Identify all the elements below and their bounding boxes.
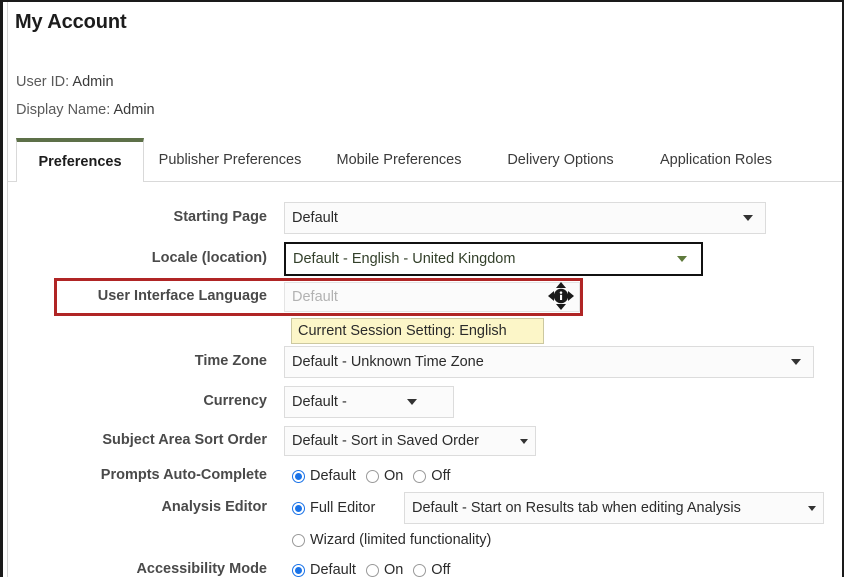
prompts-auto-complete-label: Prompts Auto-Complete [100, 467, 267, 483]
tab-delivery-options-label: Delivery Options [507, 152, 614, 168]
starting-page-value: Default [292, 210, 338, 226]
analysis-editor-wizard-option[interactable]: Wizard (limited functionality) [292, 528, 501, 552]
radio-icon [365, 469, 379, 483]
analysis-editor-wizard-label: Wizard (limited functionality) [310, 532, 492, 548]
chevron-down-icon [520, 438, 528, 444]
subject-area-sort-order-select[interactable]: Default - Sort in Saved Order [284, 426, 536, 456]
time-zone-label: Time Zone [194, 353, 267, 369]
row-subject-area-sort-order: Subject Area Sort Order Default - Sort i… [8, 426, 842, 456]
prompts-auto-complete-option-default[interactable]: Default [292, 468, 356, 484]
accessibility-mode-label: Accessibility Mode [136, 561, 267, 577]
radio-icon [413, 469, 427, 483]
analysis-editor-start-tab-select[interactable]: Default - Start on Results tab when edit… [404, 492, 824, 524]
session-setting-note-text: Current Session Setting: English [298, 323, 507, 339]
time-zone-value: Default - Unknown Time Zone [292, 354, 484, 370]
accessibility-mode-option-default-label: Default [310, 562, 356, 577]
prompts-auto-complete-option-off-label: Off [431, 468, 451, 484]
display-name-line: Display Name: Admin [16, 102, 155, 118]
currency-label: Currency [203, 393, 267, 409]
row-locale: Locale (location) Default - English - Un… [8, 242, 842, 276]
locale-value: Default - English - United Kingdom [293, 251, 516, 267]
move-cursor-info-icon [548, 282, 574, 310]
tab-bar: Preferences Publisher Preferences Mobile… [8, 138, 842, 183]
accessibility-mode-option-on-label: On [383, 562, 404, 577]
prompts-auto-complete-radio-group: Default On Off [292, 464, 460, 488]
radio-icon [292, 533, 305, 547]
tab-publisher-preferences-label: Publisher Preferences [158, 152, 302, 168]
accessibility-mode-option-off-label: Off [431, 562, 451, 577]
analysis-editor-full-editor-label: Full Editor [310, 500, 376, 516]
tab-preferences-label: Preferences [38, 154, 122, 170]
analysis-editor-full-editor-radio-item[interactable]: Full Editor [292, 500, 375, 516]
accessibility-mode-option-on[interactable]: On [365, 562, 404, 577]
accessibility-mode-option-default[interactable]: Default [292, 562, 356, 577]
analysis-editor-wizard-radio-item[interactable]: Wizard (limited functionality) [292, 532, 491, 548]
user-id-label: User ID: [16, 74, 70, 90]
row-analysis-editor: Analysis Editor Full Editor Default - St… [8, 492, 842, 524]
accessibility-mode-option-off[interactable]: Off [413, 562, 450, 577]
ui-language-select: Default [284, 282, 580, 312]
row-accessibility-mode: Accessibility Mode Default On Off [8, 558, 842, 577]
display-name-value: Admin [113, 102, 155, 118]
session-setting-note: Current Session Setting: English [291, 318, 544, 344]
radio-icon [292, 469, 305, 483]
row-prompts-auto-complete: Prompts Auto-Complete Default On Off [8, 464, 842, 488]
prompts-auto-complete-option-off[interactable]: Off [413, 468, 450, 484]
accessibility-mode-radio-group: Default On Off [292, 558, 460, 577]
ui-language-label: User Interface Language [97, 288, 267, 304]
row-analysis-editor-wizard: Wizard (limited functionality) [8, 528, 842, 552]
prompts-auto-complete-option-default-label: Default [310, 468, 356, 484]
row-ui-language: User Interface Language Default [8, 282, 842, 312]
tab-mobile-preferences-label: Mobile Preferences [336, 152, 462, 168]
ui-language-value: Default [292, 289, 338, 305]
currency-value: Default - [292, 394, 347, 410]
subject-area-sort-order-label: Subject Area Sort Order [102, 432, 267, 448]
page-content-area: My Account User ID: Admin Display Name: … [7, 2, 842, 577]
chevron-down-icon [791, 359, 801, 365]
radio-icon [292, 501, 305, 515]
chevron-down-icon [407, 399, 417, 405]
radio-icon [413, 563, 427, 577]
chevron-down-icon [808, 505, 816, 511]
row-time-zone: Time Zone Default - Unknown Time Zone [8, 346, 842, 378]
analysis-editor-label: Analysis Editor [161, 499, 267, 515]
time-zone-select[interactable]: Default - Unknown Time Zone [284, 346, 814, 378]
locale-select[interactable]: Default - English - United Kingdom [284, 242, 703, 276]
tab-mobile-preferences[interactable]: Mobile Preferences [318, 138, 480, 182]
tab-application-roles[interactable]: Application Roles [641, 138, 791, 182]
analysis-editor-full-editor-option[interactable]: Full Editor [292, 496, 385, 520]
chevron-down-icon [743, 215, 753, 221]
user-id-line: User ID: Admin [16, 74, 114, 90]
tab-publisher-preferences[interactable]: Publisher Preferences [144, 138, 316, 182]
prompts-auto-complete-option-on[interactable]: On [365, 468, 404, 484]
subject-area-sort-order-value: Default - Sort in Saved Order [292, 433, 479, 449]
my-account-page: My Account User ID: Admin Display Name: … [0, 0, 844, 577]
starting-page-label: Starting Page [173, 209, 267, 225]
currency-select[interactable]: Default - [284, 386, 454, 418]
row-starting-page: Starting Page Default [8, 202, 842, 234]
chevron-down-icon [677, 256, 687, 262]
page-title: My Account [15, 11, 127, 33]
user-id-value: Admin [72, 74, 114, 90]
tab-application-roles-label: Application Roles [659, 152, 773, 168]
tab-preferences[interactable]: Preferences [16, 138, 144, 183]
prompts-auto-complete-option-on-label: On [383, 468, 404, 484]
display-name-label: Display Name: [16, 102, 111, 118]
locale-label: Locale (location) [151, 250, 267, 266]
radio-icon [292, 563, 305, 577]
analysis-editor-start-tab-value: Default - Start on Results tab when edit… [412, 500, 741, 516]
row-currency: Currency Default - [8, 386, 842, 418]
tab-delivery-options[interactable]: Delivery Options [488, 138, 633, 182]
starting-page-select[interactable]: Default [284, 202, 766, 234]
radio-icon [365, 563, 379, 577]
